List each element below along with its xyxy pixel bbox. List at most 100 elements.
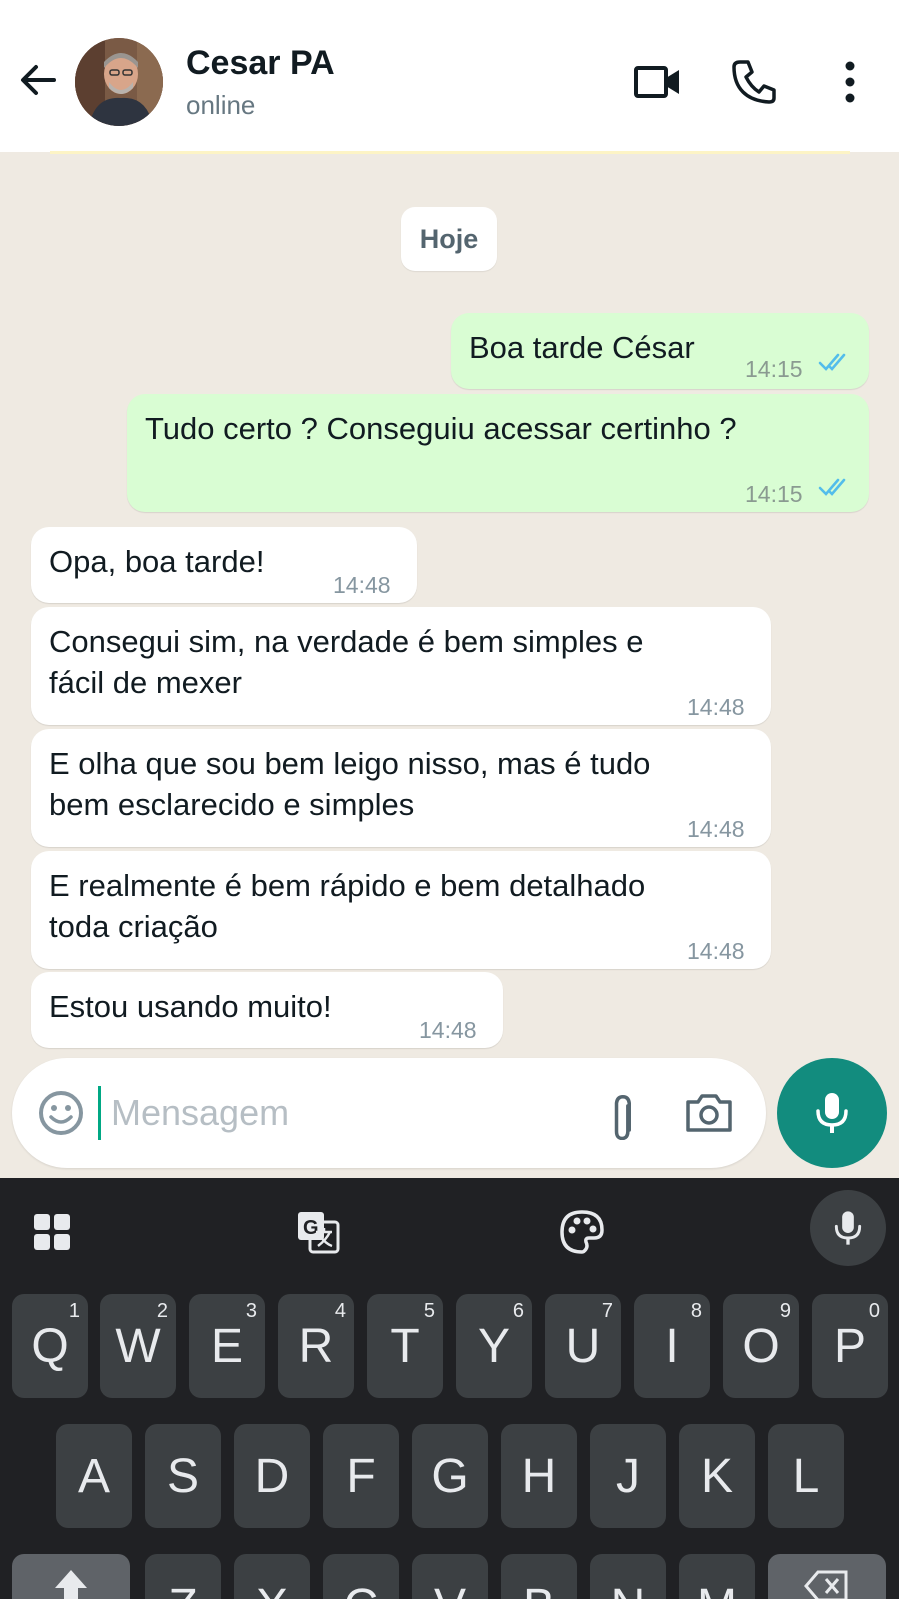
voice-call-button[interactable] (728, 56, 780, 108)
key-f[interactable]: F (323, 1424, 399, 1528)
key-label: N (611, 1579, 646, 1599)
key-hint: 3 (245, 1300, 257, 1322)
key-c[interactable]: C (323, 1554, 399, 1599)
key-x[interactable]: X (234, 1554, 310, 1599)
key-label: X (256, 1579, 288, 1599)
key-label: M (697, 1579, 737, 1599)
keyboard-voice-button[interactable] (810, 1190, 886, 1266)
key-hint: 9 (779, 1300, 791, 1322)
key-hint: 0 (868, 1300, 880, 1322)
message-text: Opa, boa tarde! (49, 544, 265, 579)
avatar[interactable] (75, 38, 163, 126)
message-text-line-1: Consegui sim, na verdade é bem simples e (49, 624, 644, 659)
message-bubble-incoming[interactable]: E olha que sou bem leigo nisso, mas é tu… (31, 729, 771, 847)
message-bubble-incoming[interactable]: Estou usando muito! 14:48 (31, 972, 503, 1048)
key-g[interactable]: G (412, 1424, 488, 1528)
key-hint: 1 (68, 1300, 80, 1322)
more-vertical-icon (845, 61, 855, 103)
message-text: Estou usando muito! (49, 989, 332, 1024)
key-u[interactable]: U7 (545, 1294, 621, 1398)
emoji-icon (39, 1091, 83, 1135)
keyboard-apps-button[interactable] (24, 1204, 80, 1260)
message-bubble-incoming[interactable]: Opa, boa tarde! 14:48 (31, 527, 417, 603)
key-v[interactable]: V (412, 1554, 488, 1599)
key-label: L (792, 1449, 820, 1503)
arrow-left-icon (21, 65, 56, 95)
svg-text:G: G (303, 1217, 319, 1239)
key-hint: 5 (423, 1300, 435, 1322)
key-backspace[interactable] (768, 1554, 886, 1599)
key-j[interactable]: J (590, 1424, 666, 1528)
key-hint: 7 (601, 1300, 613, 1322)
message-bubble-outgoing[interactable]: Boa tarde César 14:15 (451, 313, 869, 389)
chat-header: Cesar PA online (0, 0, 899, 152)
key-o[interactable]: O9 (723, 1294, 799, 1398)
attach-icon (614, 1094, 631, 1141)
camera-icon (686, 1094, 732, 1132)
key-q[interactable]: Q1 (12, 1294, 88, 1398)
contact-name[interactable]: Cesar PA (186, 44, 335, 83)
avatar-photo (75, 38, 163, 126)
key-p[interactable]: P0 (812, 1294, 888, 1398)
key-k[interactable]: K (679, 1424, 755, 1528)
key-w[interactable]: W2 (100, 1294, 176, 1398)
key-i[interactable]: I8 (634, 1294, 710, 1398)
message-text-line-2: fácil de mexer (49, 665, 242, 700)
key-label: Y (477, 1319, 510, 1373)
emoji-button[interactable] (34, 1086, 88, 1140)
key-label: H (521, 1449, 557, 1503)
key-z[interactable]: Z (145, 1554, 221, 1599)
key-b[interactable]: B (501, 1554, 577, 1599)
key-label: F (346, 1449, 376, 1503)
key-label: V (434, 1579, 466, 1599)
key-m[interactable]: M (679, 1554, 755, 1599)
message-time: 14:48 (333, 572, 391, 598)
keyboard-translate-button[interactable]: G (290, 1204, 346, 1260)
key-l[interactable]: L (768, 1424, 844, 1528)
key-e[interactable]: E3 (189, 1294, 265, 1398)
key-label: W (115, 1319, 161, 1373)
key-label: I (665, 1319, 679, 1373)
voice-message-button[interactable] (777, 1058, 887, 1168)
key-n[interactable]: N (590, 1554, 666, 1599)
video-call-button[interactable] (632, 56, 684, 108)
key-t[interactable]: T5 (367, 1294, 443, 1398)
message-text-line-2: bem esclarecido e simples (49, 787, 415, 822)
message-bubble-incoming[interactable]: Consegui sim, na verdade é bem simples e… (31, 607, 771, 725)
key-h[interactable]: H (501, 1424, 577, 1528)
more-options-button[interactable] (824, 56, 876, 108)
key-y[interactable]: Y6 (456, 1294, 532, 1398)
key-s[interactable]: S (145, 1424, 221, 1528)
message-text: Boa tarde César (469, 330, 695, 365)
phone-icon (732, 60, 776, 104)
keyboard-theme-button[interactable] (554, 1204, 610, 1260)
contact-status: online (186, 90, 256, 120)
key-label: K (700, 1449, 733, 1503)
key-d[interactable]: D (234, 1424, 310, 1528)
message-composer (12, 1058, 766, 1168)
message-input[interactable] (98, 1086, 578, 1140)
microphone-icon (816, 1093, 848, 1133)
message-bubble-incoming[interactable]: E realmente é bem rápido e bem detalhado… (31, 851, 771, 969)
attach-button[interactable] (598, 1086, 652, 1141)
key-label: E (210, 1319, 243, 1373)
key-label: O (742, 1319, 780, 1373)
video-camera-icon (634, 66, 679, 98)
apps-grid-icon (34, 1214, 70, 1250)
key-label: S (166, 1449, 199, 1503)
translate-icon: G (298, 1212, 340, 1254)
chat-messages[interactable]: Hoje Boa tarde César 14:15 Tudo certo ? … (0, 154, 899, 1178)
key-label: J (616, 1449, 640, 1503)
camera-button[interactable] (682, 1086, 736, 1140)
key-a[interactable]: A (56, 1424, 132, 1528)
message-bubble-outgoing[interactable]: Tudo certo ? Conseguiu acessar certinho … (127, 394, 869, 512)
key-shift[interactable] (12, 1554, 130, 1599)
key-label: R (298, 1319, 334, 1373)
key-hint: 6 (512, 1300, 524, 1322)
message-time: 14:48 (687, 816, 745, 842)
key-label: T (390, 1319, 420, 1373)
key-r[interactable]: R4 (278, 1294, 354, 1398)
message-text-line-1: E realmente é bem rápido e bem detalhado (49, 868, 646, 903)
key-label: Z (168, 1579, 197, 1599)
back-button[interactable] (16, 58, 60, 102)
